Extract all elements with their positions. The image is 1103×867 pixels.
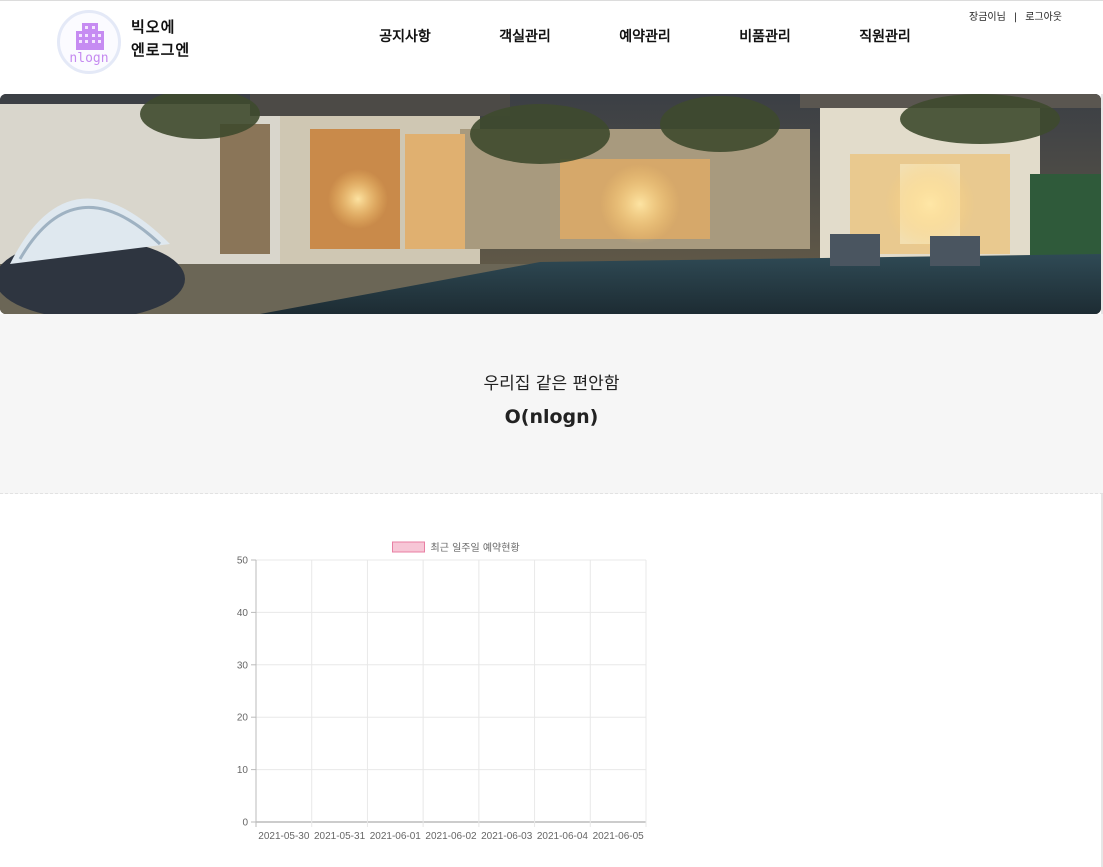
weekly-reservations-chart: 최근 일주일 예약현황 0 10 20 30 40 50 2021-05-30 2021-05-… [200,530,660,850]
nav-reservation-management[interactable]: 예약관리 [585,26,705,46]
legend-swatch [392,541,425,553]
x-tick-label: 2021-06-04 [537,831,589,842]
hero-banner-image [0,94,1101,314]
chart-svg: 최근 일주일 예약현황 0 10 20 30 40 50 2021-05-30 2021-05-… [237,541,647,842]
x-tick-label: 2021-05-30 [258,831,310,842]
tagline-section: 우리집 같은 편안함 O(nlogn) [0,314,1103,494]
brand-name[interactable]: 빅오에 엔로그엔 [131,16,190,62]
main-nav: 공지사항 객실관리 예약관리 비품관리 직원관리 [345,26,945,48]
nav-notices[interactable]: 공지사항 [345,26,465,46]
tagline-brand: O(nlogn) [504,406,599,428]
user-links-separator: | [1013,12,1018,23]
y-tick-label: 20 [237,713,249,724]
y-tick-label: 30 [237,660,249,671]
user-greeting: 장금이님 [969,12,1006,23]
x-tick-label: 2021-06-02 [425,831,477,842]
logo-subtitle: nlogn [69,51,109,66]
brand-line-1: 빅오에 [131,18,176,36]
hotel-building-icon [76,23,104,50]
x-tick-label: 2021-06-01 [370,831,422,842]
y-tick-label: 50 [237,556,249,567]
nav-room-management[interactable]: 객실관리 [465,26,585,46]
x-tick-label: 2021-06-05 [593,831,645,842]
brand-line-2: 엔로그엔 [131,41,191,59]
y-tick-label: 10 [237,765,249,776]
nav-supplies-management[interactable]: 비품관리 [705,26,825,46]
legend-label: 최근 일주일 예약현황 [431,542,520,554]
nav-staff-management[interactable]: 직원관리 [825,26,945,46]
logo[interactable]: nlogn [57,10,121,74]
y-tick-label: 0 [242,818,248,829]
tagline-text: 우리집 같은 편안함 [483,374,620,394]
x-tick-label: 2021-06-03 [481,831,533,842]
x-tick-label: 2021-05-31 [314,831,366,842]
y-tick-label: 40 [237,608,249,619]
logout-link[interactable]: 로그아웃 [1025,12,1062,23]
site-header: nlogn 빅오에 엔로그엔 공지사항 객실관리 예약관리 비품관리 직원관리 … [0,0,1103,94]
user-links: 장금이님 | 로그아웃 [969,8,1062,23]
